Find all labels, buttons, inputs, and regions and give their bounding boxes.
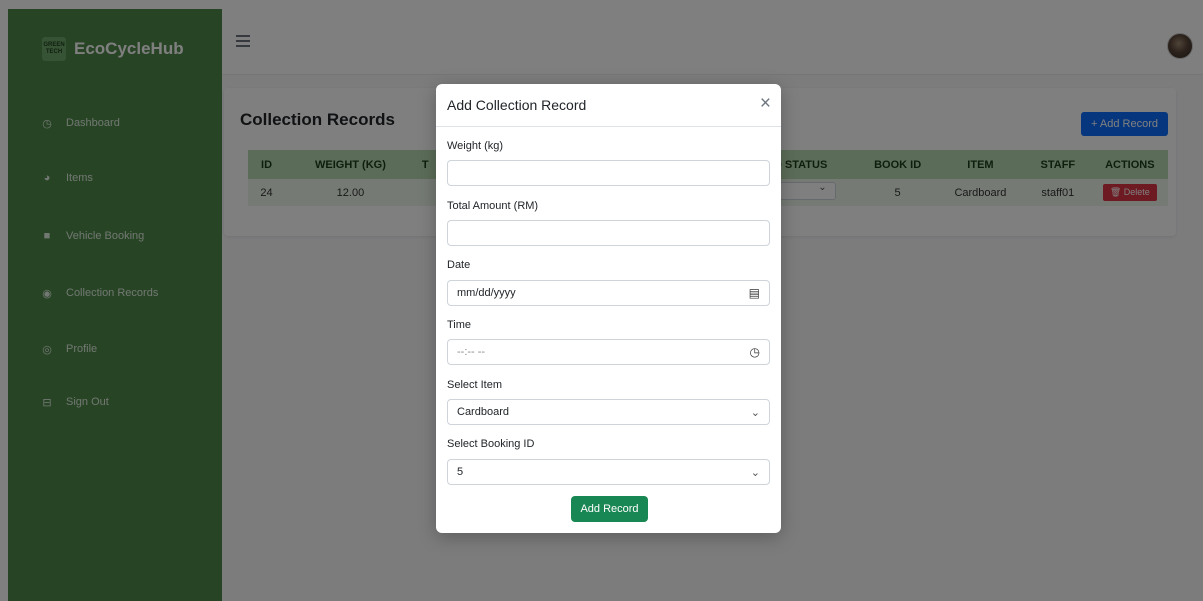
amount-label: Total Amount (RM) (447, 200, 539, 212)
modal-header: Add Collection Record × (436, 84, 781, 127)
item-label: Select Item (447, 379, 503, 391)
weight-input[interactable] (447, 160, 770, 186)
booking-label: Select Booking ID (447, 438, 535, 450)
date-placeholder: mm/dd/yyyy (457, 287, 516, 299)
modal-title: Add Collection Record (447, 97, 587, 113)
weight-label: Weight (kg) (447, 140, 504, 152)
time-placeholder: --:-- -- (457, 346, 486, 358)
time-label: Time (447, 319, 472, 331)
clock-icon[interactable]: ◷ (750, 345, 760, 359)
time-input[interactable]: --:-- -- ◷ (447, 339, 770, 365)
date-input[interactable]: mm/dd/yyyy ▤ (447, 280, 770, 306)
add-record-submit-button[interactable]: Add Record (571, 496, 648, 522)
date-label: Date (447, 259, 471, 271)
booking-selected-value: 5 (457, 466, 464, 478)
item-select[interactable]: Cardboard ⌄ (447, 399, 770, 425)
chevron-down-icon: ⌄ (750, 466, 760, 479)
booking-id-select[interactable]: 5 ⌄ (447, 459, 770, 485)
total-amount-input[interactable] (447, 220, 770, 246)
chevron-down-icon: ⌄ (750, 406, 760, 419)
calendar-icon[interactable]: ▤ (749, 286, 760, 300)
close-icon[interactable]: × (760, 94, 771, 114)
add-collection-record-modal: Add Collection Record × Weight (kg) Tota… (436, 84, 781, 533)
item-selected-value: Cardboard (457, 406, 509, 418)
